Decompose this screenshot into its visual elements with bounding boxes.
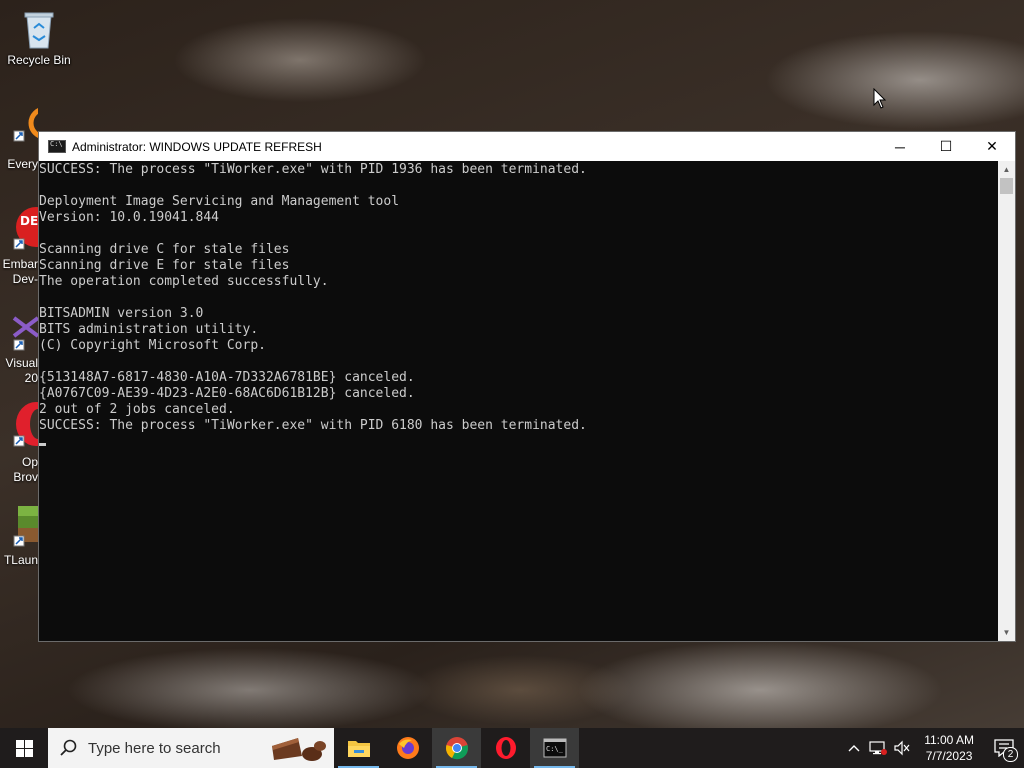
search-placeholder: Type here to search <box>88 739 221 757</box>
desktop-icon-recycle-bin[interactable]: Recycle Bin <box>2 8 76 67</box>
minimize-button[interactable]: ─ <box>877 132 923 161</box>
taskbar-file-explorer[interactable] <box>334 728 383 768</box>
console-line: Version: 10.0.19041.844 <box>39 210 220 225</box>
vertical-scrollbar[interactable]: ▲ ▼ <box>998 161 1015 641</box>
window-titlebar[interactable]: Administrator: WINDOWS UPDATE REFRESH ─ … <box>39 132 1015 161</box>
console-line: {513148A7-6817-4830-A10A-7D332A6781BE} c… <box>39 370 415 385</box>
embarcadero-icon: DE <box>13 207 38 250</box>
taskbar-opera[interactable] <box>481 728 530 768</box>
visual-studio-label-line2: 20 <box>24 371 38 385</box>
maximize-button[interactable]: ☐ <box>923 132 969 161</box>
tlauncher-label: TLaun <box>3 553 38 567</box>
network-icon[interactable] <box>866 728 890 768</box>
console-prompt-line[interactable] <box>39 434 998 450</box>
recycle-bin-label: Recycle Bin <box>7 53 71 67</box>
console-line: BITS administration utility. <box>39 322 259 337</box>
taskbar: Type here to search C:\_ 11:00 AM 7/7/20… <box>0 728 1024 768</box>
visual-studio-icon <box>12 316 38 351</box>
windows-logo-icon <box>15 739 33 757</box>
console-line: BITSADMIN version 3.0 <box>39 306 204 321</box>
recycle-bin-icon <box>19 8 59 50</box>
svg-text:C:\_: C:\_ <box>546 745 564 753</box>
opera-label-line2: Brov <box>13 470 38 484</box>
console-line: Scanning drive E for stale files <box>39 258 290 273</box>
desktop-icon-tlauncher[interactable]: TLaun <box>0 504 38 574</box>
action-center-button[interactable]: 2 <box>984 728 1024 768</box>
console-line: Deployment Image Servicing and Managemen… <box>39 194 400 209</box>
console-line: SUCCESS: The process "TiWorker.exe" with… <box>39 418 587 433</box>
search-highlight-cake-icon <box>272 738 326 761</box>
start-button[interactable] <box>0 728 48 768</box>
system-tray: 11:00 AM 7/7/2023 2 <box>842 728 1024 768</box>
console-line: Scanning drive C for stale files <box>39 242 290 257</box>
scrollbar-thumb[interactable] <box>1000 178 1013 194</box>
command-prompt-icon: C:\_ <box>543 738 566 758</box>
console-window[interactable]: Administrator: WINDOWS UPDATE REFRESH ─ … <box>38 131 1016 642</box>
console-line: SUCCESS: The process "TiWorker.exe" with… <box>39 162 587 177</box>
console-line: The operation completed successfully. <box>39 274 329 289</box>
text-cursor <box>39 443 46 446</box>
visual-studio-label-line1: Visual <box>5 356 38 370</box>
embarcadero-label-line2: Dev- <box>12 272 38 286</box>
console-line: {A0767C09-AE39-4D23-A2E0-68AC6D61B12B} c… <box>39 386 415 401</box>
opera-icon <box>495 737 516 759</box>
firefox-icon <box>396 737 419 759</box>
svg-text:DE: DE <box>20 214 38 228</box>
tlauncher-icon <box>13 506 38 547</box>
chrome-icon <box>445 737 468 760</box>
everything-label: Every <box>7 157 38 171</box>
mouse-cursor-icon <box>873 88 887 109</box>
desktop-icon-visual-studio[interactable]: Visual 20 <box>0 310 38 390</box>
close-button[interactable]: ✕ <box>969 132 1015 161</box>
everything-icon <box>13 108 38 142</box>
taskbar-clock[interactable]: 11:00 AM 7/7/2023 <box>914 732 984 764</box>
desktop-icon-embarcadero[interactable]: DE Embar Dev- <box>0 205 38 290</box>
embarcadero-label-line1: Embar <box>2 257 38 271</box>
folder-icon <box>347 741 370 757</box>
desktop-icon-everything[interactable]: Every <box>0 105 38 175</box>
notification-count-badge: 2 <box>1003 747 1018 762</box>
show-hidden-icons-chevron-up-icon[interactable] <box>842 728 866 768</box>
clock-time: 11:00 AM <box>924 733 974 747</box>
clock-date: 7/7/2023 <box>925 749 973 763</box>
volume-muted-icon[interactable] <box>890 728 914 768</box>
desktop-icon-opera-browser[interactable]: Op Brov <box>0 402 38 487</box>
opera-label-line1: Op <box>21 455 38 469</box>
scroll-down-icon[interactable]: ▼ <box>998 624 1015 641</box>
taskbar-search-box[interactable]: Type here to search <box>48 728 334 768</box>
taskbar-chrome[interactable] <box>432 728 481 768</box>
taskbar-command-prompt[interactable]: C:\_ <box>530 728 579 768</box>
scroll-up-icon[interactable]: ▲ <box>998 161 1015 178</box>
cmd-icon <box>48 140 66 153</box>
opera-icon <box>13 402 38 447</box>
taskbar-firefox[interactable] <box>383 728 432 768</box>
console-line: (C) Copyright Microsoft Corp. <box>39 338 266 353</box>
console-output[interactable]: SUCCESS: The process "TiWorker.exe" with… <box>39 161 998 641</box>
search-icon <box>60 739 77 756</box>
console-line: 2 out of 2 jobs canceled. <box>39 402 235 417</box>
window-title: Administrator: WINDOWS UPDATE REFRESH <box>72 139 322 154</box>
